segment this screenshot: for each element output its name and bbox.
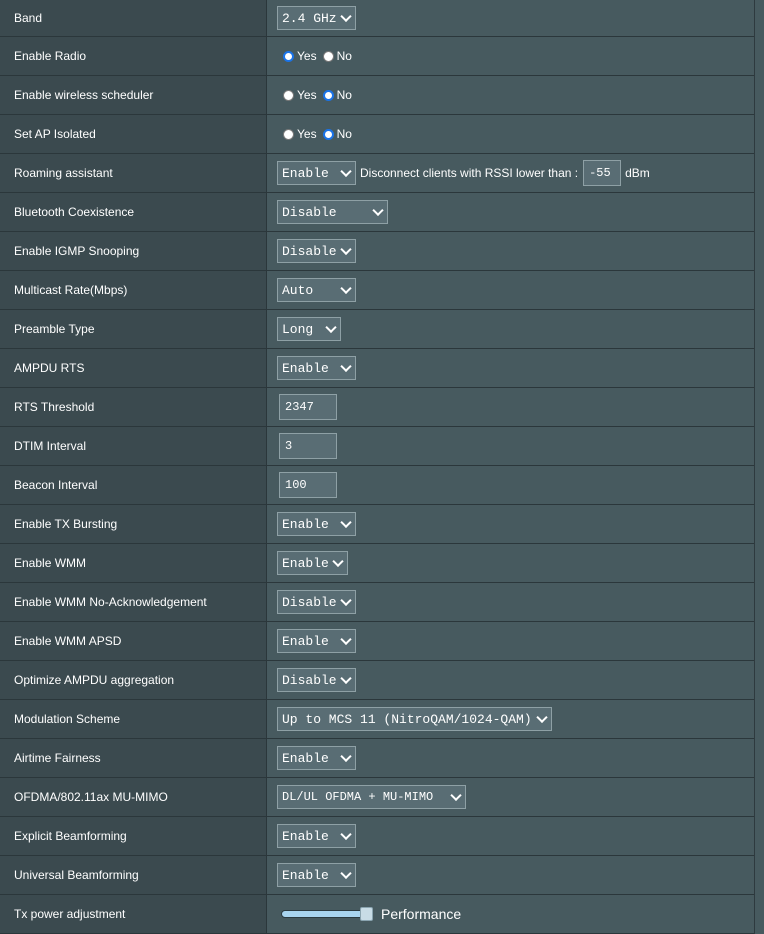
- row-band: Band 2.4 GHz: [0, 0, 754, 37]
- chevron-down-icon: [340, 516, 352, 529]
- row-label: Enable Radio: [0, 37, 267, 75]
- row-label: Beacon Interval: [0, 466, 267, 504]
- row-label: OFDMA/802.11ax MU-MIMO: [0, 778, 267, 816]
- wmm-apsd-select[interactable]: Enable: [277, 629, 356, 653]
- chevron-down-icon: [340, 672, 352, 685]
- enable-radio-no-radio[interactable]: [322, 50, 334, 62]
- row-explicit-beamforming: Explicit Beamforming Enable: [0, 817, 754, 856]
- row-rts-threshold: RTS Threshold 2347: [0, 388, 754, 427]
- row-label: Band: [0, 0, 267, 36]
- row-wmm-apsd: Enable WMM APSD Enable: [0, 622, 754, 661]
- ampdu-rts-select[interactable]: Enable: [277, 356, 356, 380]
- row-modulation-scheme: Modulation Scheme Up to MCS 11 (NitroQAM…: [0, 700, 754, 739]
- row-label: Enable WMM: [0, 544, 267, 582]
- row-label: Enable WMM No-Acknowledgement: [0, 583, 267, 621]
- wireless-professional-settings-table: Band 2.4 GHz Enable Radio Yes No Enable …: [0, 0, 755, 934]
- row-label: Enable wireless scheduler: [0, 76, 267, 114]
- ampdu-aggregation-select[interactable]: Disable: [277, 668, 356, 692]
- row-label: Tx power adjustment: [0, 895, 267, 933]
- row-preamble-type: Preamble Type Long: [0, 310, 754, 349]
- row-wmm-no-ack: Enable WMM No-Acknowledgement Disable: [0, 583, 754, 622]
- modulation-scheme-select[interactable]: Up to MCS 11 (NitroQAM/1024-QAM): [277, 707, 552, 731]
- chevron-down-icon: [325, 321, 337, 334]
- row-label: Roaming assistant: [0, 154, 267, 192]
- chevron-down-icon: [340, 243, 352, 256]
- row-label: Set AP Isolated: [0, 115, 267, 153]
- row-ampdu-rts: AMPDU RTS Enable: [0, 349, 754, 388]
- row-label: Universal Beamforming: [0, 856, 267, 894]
- chevron-down-icon: [340, 867, 352, 880]
- chevron-down-icon: [372, 204, 384, 217]
- enable-radio-yes-radio[interactable]: [283, 50, 294, 62]
- slider-track: [281, 910, 369, 918]
- preamble-type-select[interactable]: Long: [277, 317, 341, 341]
- rssi-threshold-input[interactable]: -55: [583, 160, 622, 186]
- chevron-down-icon: [340, 282, 352, 295]
- chevron-down-icon: [340, 10, 352, 23]
- chevron-down-icon: [340, 633, 352, 646]
- row-label: Bluetooth Coexistence: [0, 193, 267, 231]
- row-label: DTIM Interval: [0, 427, 267, 465]
- row-label: Modulation Scheme: [0, 700, 267, 738]
- chevron-down-icon: [340, 165, 352, 178]
- row-enable-wireless-scheduler: Enable wireless scheduler Yes No: [0, 76, 754, 115]
- row-airtime-fairness: Airtime Fairness Enable: [0, 739, 754, 778]
- row-label: Optimize AMPDU aggregation: [0, 661, 267, 699]
- row-label: AMPDU RTS: [0, 349, 267, 387]
- row-igmp-snooping: Enable IGMP Snooping Disable: [0, 232, 754, 271]
- row-enable-radio: Enable Radio Yes No: [0, 37, 754, 76]
- row-label: Enable IGMP Snooping: [0, 232, 267, 270]
- chevron-down-icon: [332, 555, 344, 568]
- slider-thumb[interactable]: [360, 907, 373, 921]
- row-label: RTS Threshold: [0, 388, 267, 426]
- scheduler-yes-radio[interactable]: [283, 89, 294, 101]
- row-roaming-assistant: Roaming assistant Enable Disconnect clie…: [0, 154, 754, 193]
- row-tx-power-adjustment: Tx power adjustment Performance: [0, 895, 754, 934]
- chevron-down-icon: [536, 711, 548, 724]
- beacon-interval-input[interactable]: 100: [279, 472, 337, 498]
- rssi-unit-label: dBm: [625, 166, 650, 180]
- row-enable-wmm: Enable WMM Enable: [0, 544, 754, 583]
- band-select[interactable]: 2.4 GHz: [277, 6, 356, 30]
- multicast-rate-select[interactable]: Auto: [277, 278, 356, 302]
- tx-power-level-label: Performance: [381, 906, 462, 922]
- wmm-no-ack-select[interactable]: Disable: [277, 590, 356, 614]
- row-beacon-interval: Beacon Interval 100: [0, 466, 754, 505]
- row-dtim-interval: DTIM Interval 3: [0, 427, 754, 466]
- airtime-fairness-select[interactable]: Enable: [277, 746, 356, 770]
- ap-isolated-yes-radio[interactable]: [283, 128, 294, 140]
- chevron-down-icon: [340, 828, 352, 841]
- dtim-interval-input[interactable]: 3: [279, 433, 337, 459]
- wmm-select[interactable]: Enable: [277, 551, 348, 575]
- explicit-beamforming-select[interactable]: Enable: [277, 824, 356, 848]
- chevron-down-icon: [340, 594, 352, 607]
- row-multicast-rate: Multicast Rate(Mbps) Auto: [0, 271, 754, 310]
- rts-threshold-input[interactable]: 2347: [279, 394, 337, 420]
- row-label: Preamble Type: [0, 310, 267, 348]
- row-set-ap-isolated: Set AP Isolated Yes No: [0, 115, 754, 154]
- igmp-snooping-select[interactable]: Disable: [277, 239, 356, 263]
- chevron-down-icon: [340, 750, 352, 763]
- bluetooth-coexistence-select[interactable]: Disable: [277, 200, 388, 224]
- row-ofdma-mu-mimo: OFDMA/802.11ax MU-MIMO DL/UL OFDMA + MU-…: [0, 778, 754, 817]
- row-label: Enable TX Bursting: [0, 505, 267, 543]
- universal-beamforming-select[interactable]: Enable: [277, 863, 356, 887]
- rssi-threshold-label: Disconnect clients with RSSI lower than …: [360, 166, 579, 180]
- row-label: Airtime Fairness: [0, 739, 267, 777]
- scheduler-no-radio[interactable]: [322, 89, 334, 101]
- row-label: Explicit Beamforming: [0, 817, 267, 855]
- chevron-down-icon: [340, 360, 352, 373]
- ap-isolated-no-radio[interactable]: [322, 128, 334, 140]
- row-bluetooth-coexistence: Bluetooth Coexistence Disable: [0, 193, 754, 232]
- row-ampdu-aggregation: Optimize AMPDU aggregation Disable: [0, 661, 754, 700]
- row-tx-bursting: Enable TX Bursting Enable: [0, 505, 754, 544]
- chevron-down-icon: [450, 789, 462, 802]
- roaming-assistant-select[interactable]: Enable: [277, 161, 356, 185]
- tx-power-slider[interactable]: [281, 907, 373, 921]
- ofdma-mu-mimo-select[interactable]: DL/UL OFDMA + MU-MIMO: [277, 785, 466, 809]
- row-label: Enable WMM APSD: [0, 622, 267, 660]
- row-label: Multicast Rate(Mbps): [0, 271, 267, 309]
- row-universal-beamforming: Universal Beamforming Enable: [0, 856, 754, 895]
- tx-bursting-select[interactable]: Enable: [277, 512, 356, 536]
